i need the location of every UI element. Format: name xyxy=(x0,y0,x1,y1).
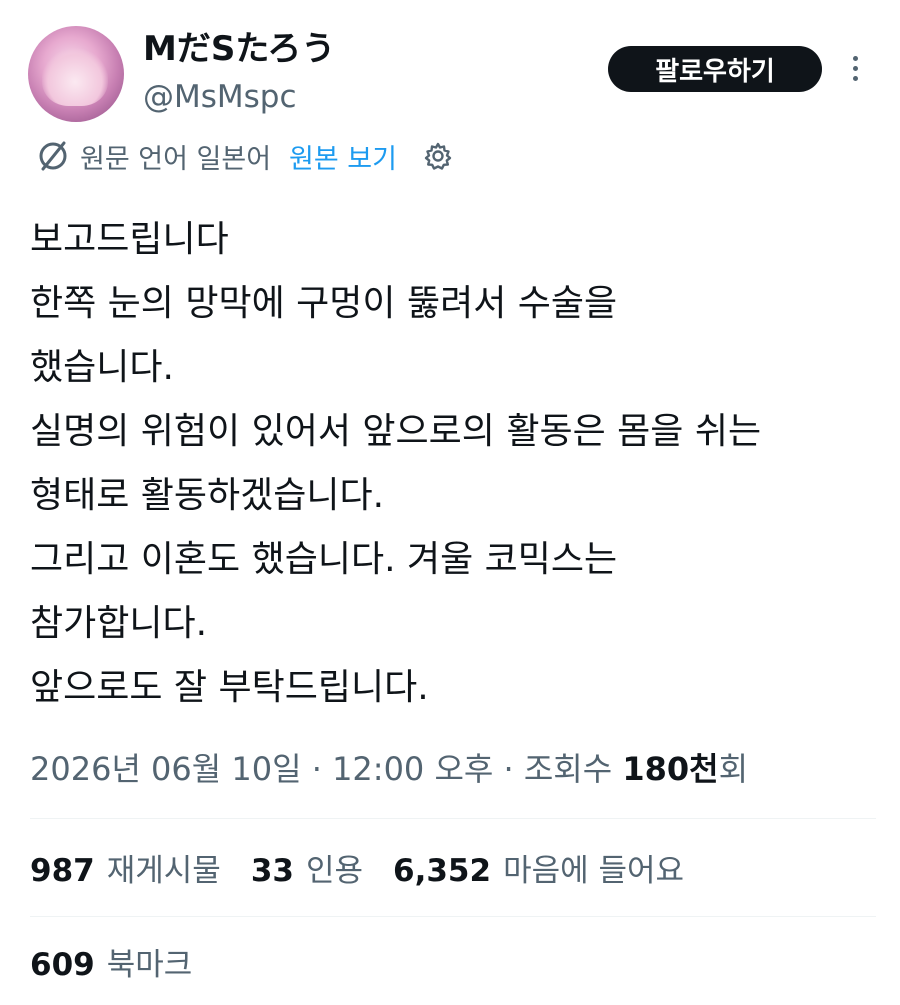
source-language-label: 원문 언어 일본어 xyxy=(80,143,272,175)
likes-label: 마음에 들어요 xyxy=(503,853,685,889)
bookmarks-count: 609 xyxy=(30,947,95,983)
tweet-text: 보고드립니다 한쪽 눈의 망막에 구멍이 뚫려서 수술을 했습니다. 실명의 위… xyxy=(30,208,880,720)
engagement-stats: 987 재게시물 33 인용 6,352 마음에 들어요 xyxy=(30,846,714,896)
avatar[interactable] xyxy=(28,26,124,122)
display-name[interactable]: MだSたろう xyxy=(143,28,335,70)
tweet-line: 실명의 위험이 있어서 앞으로의 활동은 몸을 쉬는 xyxy=(30,411,762,452)
view-original-link[interactable]: 원본 보기 xyxy=(289,137,397,176)
tweet-date[interactable]: 2026년 06월 10일 xyxy=(30,750,302,788)
tweet-line: 보고드립니다 xyxy=(30,219,229,260)
more-dot xyxy=(852,65,858,71)
tweet-line: 한쪽 눈의 망막에 구멍이 뚫려서 수술을 xyxy=(30,283,618,324)
tweet-time[interactable]: 12:00 오후 xyxy=(332,750,493,788)
follow-button[interactable]: 팔로우하기 xyxy=(608,46,822,92)
tweet-line: 했습니다. xyxy=(30,347,174,388)
divider xyxy=(30,818,876,819)
tweet-detail: MだSたろう @MsMspc 팔로우하기 원문 언어 일본어 원본 보기 보고드… xyxy=(0,0,900,1005)
more-icon[interactable] xyxy=(840,50,870,86)
retweets-count: 987 xyxy=(30,853,95,889)
user-handle[interactable]: @MsMspc xyxy=(143,78,297,116)
gear-icon[interactable] xyxy=(423,141,453,171)
views-count: 180천 xyxy=(622,750,719,788)
tweet-line: 참가합니다. xyxy=(30,603,208,644)
divider xyxy=(30,916,876,917)
tweet-header: MだSたろう @MsMspc 팔로우하기 xyxy=(0,0,900,130)
retweets-label: 재게시물 xyxy=(106,853,221,889)
tweet-line: 형태로 활동하겠습니다. xyxy=(30,475,385,516)
likes-stat[interactable]: 6,352 마음에 들어요 xyxy=(393,846,684,896)
likes-count: 6,352 xyxy=(393,853,492,889)
meta-separator: · xyxy=(301,750,333,788)
views-suffix: 회 xyxy=(718,750,749,788)
quotes-label: 인용 xyxy=(305,853,363,889)
translation-bar: 원문 언어 일본어 원본 보기 xyxy=(36,136,453,176)
quotes-count: 33 xyxy=(250,853,294,889)
bookmarks-stat[interactable]: 609 북마크 xyxy=(30,940,192,990)
meta-separator: · xyxy=(493,750,524,788)
retweets-stat[interactable]: 987 재게시물 xyxy=(30,846,221,896)
translate-icon xyxy=(39,141,67,171)
tweet-meta: 2026년 06월 10일 · 12:00 오후 · 조회수 180천회 xyxy=(30,744,748,794)
tweet-line: 그리고 이혼도 했습니다. 겨울 코믹스는 xyxy=(30,539,618,580)
bookmarks-label: 북마크 xyxy=(106,947,193,983)
more-dot xyxy=(852,55,858,61)
tweet-line: 앞으로도 잘 부탁드립니다. xyxy=(30,667,429,708)
views-prefix: 조회수 xyxy=(523,750,623,788)
quotes-stat[interactable]: 33 인용 xyxy=(251,846,363,896)
more-dot xyxy=(852,75,858,81)
